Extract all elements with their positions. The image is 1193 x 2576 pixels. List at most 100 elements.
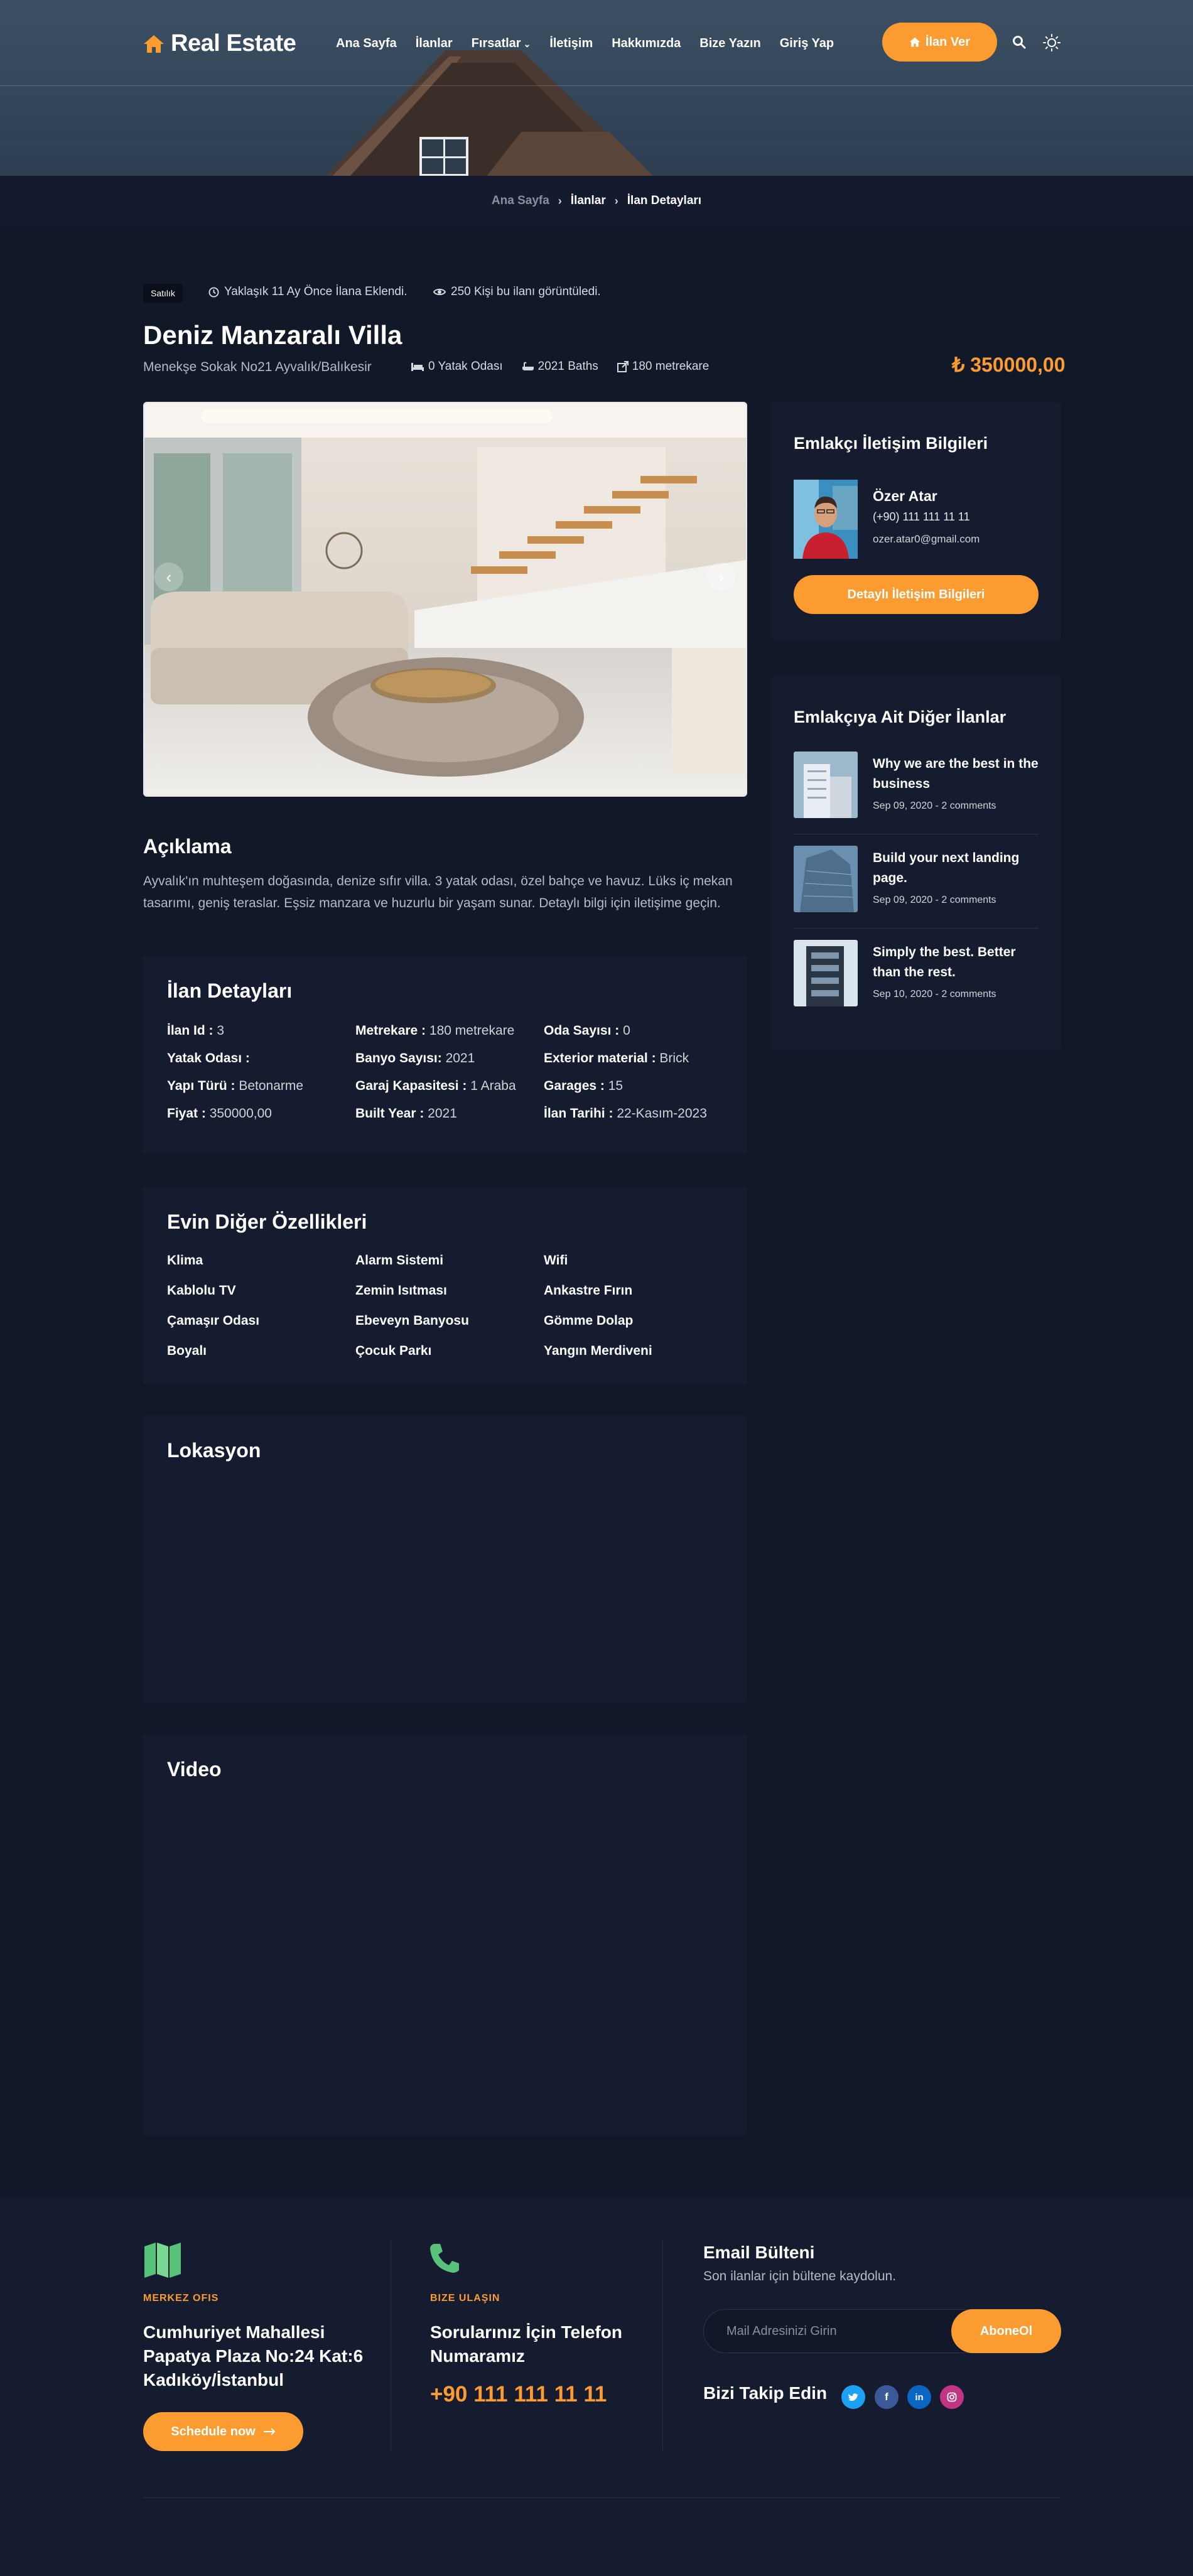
follow-title: Bizi Takip Edin xyxy=(703,2383,828,2403)
office-address: Cumhuriyet Mahallesi Papatya Plaza No:24… xyxy=(143,2322,364,2390)
spec-bedrooms: 0 Yatak Odası xyxy=(411,360,503,374)
contact-text: Sorularınız İçin Telefon Numaramız xyxy=(430,2322,622,2366)
list-item[interactable]: Why we are the best in the business Sep … xyxy=(794,752,1039,834)
living-room-photo xyxy=(144,403,746,795)
search-icon[interactable] xyxy=(1012,35,1026,49)
post-meta: Sep 10, 2020 - 2 comments xyxy=(873,989,996,1000)
contact-phone[interactable]: +90 111 111 11 11 xyxy=(430,2382,607,2407)
post-title[interactable]: Simply the best. Better than the rest. xyxy=(873,942,1039,983)
detail-item: Fiyat : 350000,00 xyxy=(167,1106,272,1121)
feature-item: Wifi xyxy=(544,1253,568,1268)
list-item[interactable]: Simply the best. Better than the rest. S… xyxy=(794,940,1039,1009)
nav-item-home[interactable]: Ana Sayfa xyxy=(336,36,397,51)
nav-item-contact[interactable]: İletişim xyxy=(549,36,593,51)
subscribe-button[interactable]: AboneOl xyxy=(951,2309,1061,2353)
view-count-text: 250 Kişi bu ilanı görüntüledi. xyxy=(451,285,601,298)
post-meta: Sep 09, 2020 - 2 comments xyxy=(873,895,996,905)
details-panel: İlan Detayları İlan Id : 3 Metrekare : 1… xyxy=(143,956,747,1154)
feature-item: Ebeveyn Banyosu xyxy=(355,1313,469,1328)
location-panel: Lokasyon xyxy=(143,1415,747,1703)
brand-name: Real Estate xyxy=(171,30,296,57)
detail-item: Yatak Odası : xyxy=(167,1051,250,1065)
breadcrumb-separator: › xyxy=(614,194,618,207)
post-listing-label: İlan Ver xyxy=(925,35,971,49)
map-icon xyxy=(144,2243,181,2278)
arrow-right-icon xyxy=(263,2428,276,2435)
brand-logo[interactable]: Real Estate xyxy=(143,30,296,57)
detail-item: Built Year : 2021 xyxy=(355,1106,457,1121)
breadcrumb-home[interactable]: Ana Sayfa xyxy=(492,194,549,208)
video-title: Video xyxy=(167,1758,222,1781)
newsletter-subtitle: Son ilanlar için bültene kaydolun. xyxy=(703,2269,897,2283)
bath-icon xyxy=(522,362,534,370)
other-listings-card: Emlakçıya Ait Diğer İlanlar Why we are t… xyxy=(771,676,1061,1050)
list-item[interactable]: Build your next landing page. Sep 09, 20… xyxy=(794,846,1039,929)
features-panel: Evin Diğer Özellikleri Klima Alarm Siste… xyxy=(143,1187,747,1384)
feature-item: Gömme Dolap xyxy=(544,1313,634,1328)
breadcrumb-current: İlan Detayları xyxy=(627,194,702,207)
spec-baths: 2021 Baths xyxy=(522,360,598,374)
newsletter-email-input[interactable] xyxy=(726,2310,953,2352)
detail-item: Oda Sayısı : 0 xyxy=(544,1023,630,1038)
post-listing-button[interactable]: İlan Ver xyxy=(882,23,997,62)
area-icon xyxy=(617,361,629,372)
detail-item: Garages : 15 xyxy=(544,1079,623,1093)
post-thumbnail xyxy=(794,940,858,1006)
nav-item-login[interactable]: Giriş Yap xyxy=(780,36,834,51)
view-count: 250 Kişi bu ilanı görüntüledi. xyxy=(433,285,601,299)
detail-item: Metrekare : 180 metrekare xyxy=(355,1023,515,1038)
agent-email[interactable]: ozer.atar0@gmail.com xyxy=(873,533,980,546)
detail-item: Banyo Sayısı: 2021 xyxy=(355,1051,475,1065)
schedule-button[interactable]: Schedule now xyxy=(143,2412,303,2451)
twitter-icon[interactable] xyxy=(841,2385,865,2409)
agent-phone[interactable]: (+90) 111 111 11 11 xyxy=(873,510,970,524)
features-grid: Klima Alarm Sistemi Wifi Kablolu TV Zemi… xyxy=(167,1253,745,1359)
sun-theme-toggle-icon[interactable] xyxy=(1042,33,1061,52)
feature-item: Çamaşır Odası xyxy=(167,1313,260,1328)
detail-item: İlan Id : 3 xyxy=(167,1023,225,1038)
breadcrumb: Ana Sayfa › İlanlar › İlan Detayları xyxy=(0,176,1193,226)
agent-card-title: Emlakçı İletişim Bilgileri xyxy=(794,434,988,453)
details-title: İlan Detayları xyxy=(167,979,293,1002)
gallery-next-button[interactable]: › xyxy=(707,563,736,591)
detail-item: İlan Tarihi : 22-Kasım-2023 xyxy=(544,1106,707,1121)
schedule-label: Schedule now xyxy=(171,2424,256,2439)
home-icon xyxy=(909,37,920,47)
nav-item-about[interactable]: Hakkımızda xyxy=(612,36,681,51)
clock-icon xyxy=(208,286,219,298)
feature-item: Zemin Isıtması xyxy=(355,1283,447,1298)
nav-item-write[interactable]: Bize Yazın xyxy=(699,36,760,51)
listing-price: ₺ 350000,00 xyxy=(952,353,1066,376)
gallery-prev-button[interactable]: ‹ xyxy=(154,563,183,591)
newsletter-title: Email Bülteni xyxy=(703,2243,815,2262)
post-thumbnail xyxy=(794,846,858,912)
eye-icon xyxy=(433,288,446,296)
photo-gallery[interactable]: ‹ › xyxy=(143,402,747,797)
newsletter-form: AboneOl xyxy=(703,2309,1061,2353)
post-thumbnail xyxy=(794,752,858,818)
feature-item: Yangın Merdiveni xyxy=(544,1344,652,1358)
chevron-down-icon: ⌄ xyxy=(523,39,531,49)
nav-item-listings[interactable]: İlanlar xyxy=(416,36,453,51)
instagram-icon[interactable] xyxy=(940,2385,964,2409)
feature-item: Kablolu TV xyxy=(167,1283,236,1298)
description-text: Ayvalık'ın muhteşem doğasında, denize sı… xyxy=(143,874,733,910)
phone-icon xyxy=(430,2244,459,2273)
detailed-contact-button[interactable]: Detaylı İletişim Bilgileri xyxy=(794,575,1039,614)
other-listings-title: Emlakçıya Ait Diğer İlanlar xyxy=(794,708,1007,726)
main-nav: Ana Sayfa İlanlar Fırsatlar ⌄ İletişim Ha… xyxy=(336,36,834,51)
nav-item-deals[interactable]: Fırsatlar ⌄ xyxy=(472,36,531,51)
features-title: Evin Diğer Özellikleri xyxy=(167,1210,367,1233)
listing-title: Deniz Manzaralı Villa xyxy=(143,320,402,350)
spec-area: 180 metrekare xyxy=(617,360,709,374)
facebook-icon[interactable]: f xyxy=(875,2385,899,2409)
contact-label: BIZE ULAŞIN xyxy=(430,2293,500,2304)
post-title[interactable]: Why we are the best in the business xyxy=(873,754,1039,794)
breadcrumb-listings[interactable]: İlanlar xyxy=(571,194,606,208)
linkedin-icon[interactable]: in xyxy=(907,2385,931,2409)
location-title: Lokasyon xyxy=(167,1439,261,1462)
post-title[interactable]: Build your next landing page. xyxy=(873,848,1039,888)
details-grid: İlan Id : 3 Metrekare : 180 metrekare Od… xyxy=(167,1023,745,1121)
breadcrumb-separator: › xyxy=(558,194,562,207)
agent-avatar xyxy=(794,480,858,559)
